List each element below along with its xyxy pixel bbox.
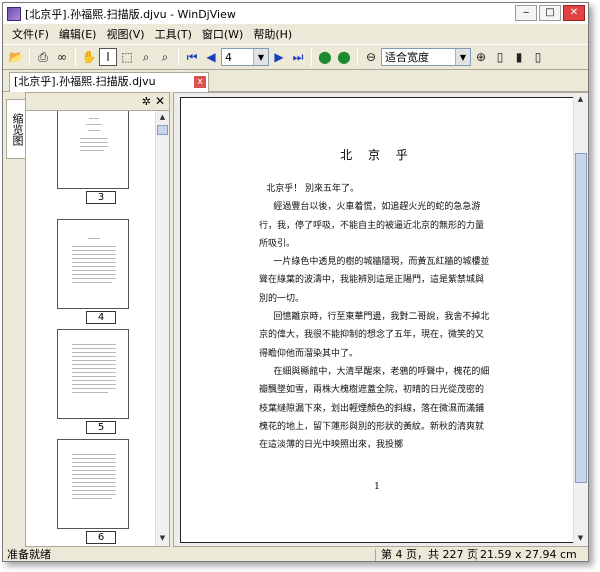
next-page-icon[interactable]: ▶	[270, 48, 288, 66]
tab-document[interactable]: [北京乎].孙福熙.扫描版.djvu x	[9, 72, 209, 92]
back-icon[interactable]: ⬤	[316, 48, 334, 66]
toolbar: 📂 ⎙ ∞ ✋ I ⬚ ⌕ ⌕ ⏮ ◀ 4 ▼ ▶ ⏭ ⬤ ⬤ ⊖ 适合宽度 ▼…	[3, 44, 588, 70]
toolbar-separator	[357, 48, 358, 66]
document-page[interactable]: 北 京 乎 北京乎！ 別來五年了。 經過豐台以後，火車着慌，如追趕火光的蛇的急急…	[180, 97, 574, 543]
scrollbar-thumb[interactable]	[157, 125, 168, 135]
minimize-button[interactable]: ‒	[515, 5, 537, 21]
zoom-select[interactable]: 适合宽度 ▼	[381, 48, 471, 66]
zoom-out-icon[interactable]: ⊖	[362, 48, 380, 66]
toolbar-separator	[75, 48, 76, 66]
scroll-down-icon[interactable]: ▼	[574, 532, 587, 545]
find-binoculars-icon[interactable]: ∞	[53, 48, 71, 66]
thumbnail-label: 5	[86, 421, 116, 434]
scroll-up-icon[interactable]: ▲	[574, 93, 587, 106]
toolbar-separator	[29, 48, 30, 66]
menu-tools[interactable]: 工具(T)	[150, 26, 197, 42]
hand-tool-icon[interactable]: ✋	[80, 48, 98, 66]
zoom-rect-icon[interactable]: ⌕	[156, 48, 174, 66]
close-icon[interactable]: ✕	[155, 94, 165, 108]
status-page-size: 21.59 x 27.94 cm	[480, 548, 577, 561]
thumbnail-page[interactable]	[57, 111, 129, 189]
thumbnails-side-tab[interactable]: 缩览图	[6, 99, 26, 159]
page-number-value: 4	[225, 50, 232, 64]
last-page-icon[interactable]: ⏭	[289, 48, 307, 66]
title-bar[interactable]: [北京乎].孙福熙.扫描版.djvu - WinDjView ‒ □ ✕	[3, 3, 588, 24]
thumbnail-label: 3	[86, 191, 116, 204]
menu-window[interactable]: 窗口(W)	[197, 26, 248, 42]
thumbnail-sidebar: ✲ ✕ 3 4 5 6 ▲ ▼	[25, 92, 170, 547]
zoom-icon[interactable]: ⌕	[137, 48, 155, 66]
thumbnail-page[interactable]	[57, 329, 129, 419]
close-button[interactable]: ✕	[563, 5, 585, 21]
menu-view[interactable]: 视图(V)	[101, 26, 149, 42]
paragraph: 北京乎！ 別來五年了。	[266, 184, 360, 194]
chevron-down-icon: ▼	[253, 49, 268, 65]
close-icon[interactable]: x	[194, 76, 206, 88]
status-ready: 准备就绪	[7, 548, 51, 561]
chevron-down-icon: ▼	[455, 49, 470, 65]
thumbnail-page[interactable]	[57, 219, 129, 309]
scrollbar-thumb[interactable]	[575, 153, 587, 483]
facing-pages-icon[interactable]: ▯	[529, 48, 547, 66]
paragraph: 經過豐台以後，火車着慌，如追趕火光的蛇的急急游行，我，停了呼吸，不能自主的被逼近…	[259, 202, 485, 249]
toolbar-separator	[178, 48, 179, 66]
menu-bar: 文件(F) 编辑(E) 视图(V) 工具(T) 窗口(W) 帮助(H)	[3, 24, 588, 44]
window-title: [北京乎].孙福熙.扫描版.djvu - WinDjView	[25, 7, 236, 21]
page-number: 1	[374, 482, 380, 492]
paragraph: 一片綠色中透見的樹的城牆隱現，而黃瓦紅牆的城樓並聳在綠葉的波濤中，我能辨別這是正…	[259, 257, 490, 304]
thumbnail-label: 6	[86, 531, 116, 544]
zoom-in-icon[interactable]: ⊕	[472, 48, 490, 66]
app-logo-icon	[7, 6, 21, 21]
text-select-icon[interactable]: I	[99, 48, 117, 66]
status-separator	[375, 549, 376, 561]
document-viewer[interactable]: 北 京 乎 北京乎！ 別來五年了。 經過豐台以後，火車着慌，如追趕火光的蛇的急急…	[173, 92, 588, 547]
print-icon[interactable]: ⎙	[34, 48, 52, 66]
scroll-down-icon[interactable]: ▼	[156, 532, 169, 545]
sidebar-scrollbar[interactable]: ▲ ▼	[155, 111, 169, 546]
menu-edit[interactable]: 编辑(E)	[54, 26, 102, 42]
continuous-page-icon[interactable]: ▮	[510, 48, 528, 66]
page-heading: 北 京 乎	[340, 148, 414, 162]
zoom-value: 适合宽度	[385, 51, 429, 64]
page-number-select[interactable]: 4 ▼	[221, 48, 269, 66]
tab-label: [北京乎].孙福熙.扫描版.djvu	[14, 75, 156, 88]
page-text: 北京乎！ 別來五年了。 經過豐台以後，火車着慌，如追趕火光的蛇的急急游行，我，停…	[259, 180, 491, 454]
first-page-icon[interactable]: ⏮	[183, 48, 201, 66]
document-tab-bar: [北京乎].孙福熙.扫描版.djvu x	[3, 70, 588, 92]
thumbnail-page[interactable]	[57, 439, 129, 529]
forward-icon[interactable]: ⬤	[335, 48, 353, 66]
thumbnail-list: 3 4 5 6	[26, 111, 156, 546]
single-page-icon[interactable]: ▯	[491, 48, 509, 66]
status-bar: 准备就绪 第 4 页，共 227 页 21.59 x 27.94 cm	[3, 548, 588, 561]
maximize-button[interactable]: □	[539, 5, 561, 21]
prev-page-icon[interactable]: ◀	[202, 48, 220, 66]
viewer-scrollbar[interactable]: ▲ ▼	[573, 93, 588, 546]
menu-help[interactable]: 帮助(H)	[248, 26, 297, 42]
status-separator	[475, 549, 476, 561]
status-page-info: 第 4 页，共 227 页	[381, 548, 478, 561]
paragraph: 回憶離京時，行至東華門邊，我對二哥說，我舍不掉北京的偉大，我很不能抑制的想念了五…	[259, 312, 490, 359]
pin-icon[interactable]: ✲	[142, 95, 151, 108]
open-folder-icon[interactable]: 📂	[7, 48, 25, 66]
scroll-up-icon[interactable]: ▲	[156, 111, 169, 124]
paragraph: 在細與縣館中，大清早醒來，老鴉的呼聲中，槐花的細瓣飄墜如雪，兩株大槐樹遮蓋全院，…	[259, 366, 490, 451]
app-window: [北京乎].孙福熙.扫描版.djvu - WinDjView ‒ □ ✕ 文件(…	[2, 2, 589, 562]
sidebar-header: ✲ ✕	[26, 93, 169, 111]
menu-file[interactable]: 文件(F)	[7, 26, 54, 42]
rect-select-icon[interactable]: ⬚	[118, 48, 136, 66]
toolbar-separator	[311, 48, 312, 66]
thumbnail-label: 4	[86, 311, 116, 324]
